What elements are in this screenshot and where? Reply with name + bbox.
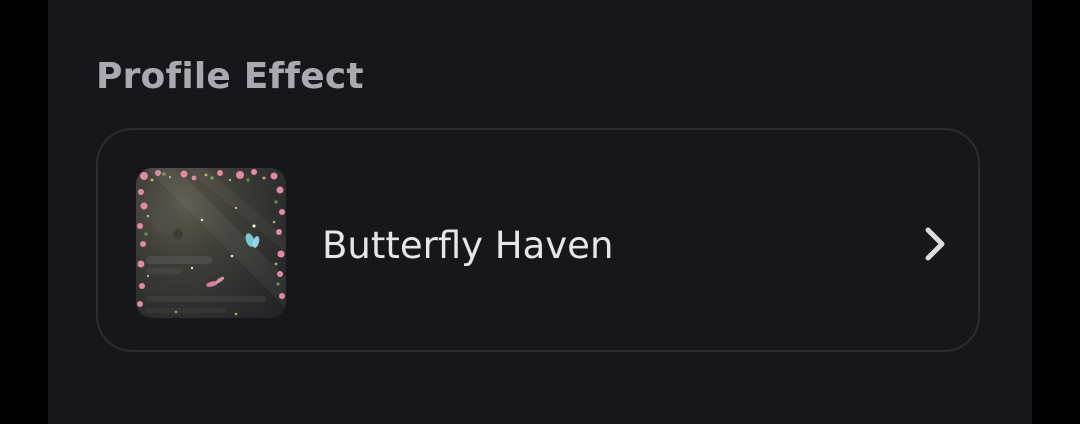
- settings-panel: Profile Effect Butterfly Haven: [48, 0, 1032, 424]
- butterfly-haven-preview-icon: [137, 168, 286, 316]
- profile-effect-name: Butterfly Haven: [322, 224, 614, 267]
- chevron-right-icon: [916, 224, 952, 264]
- profile-effect-thumbnail: [136, 168, 286, 318]
- section-title: Profile Effect: [96, 56, 364, 97]
- profile-effect-selector[interactable]: Butterfly Haven: [96, 128, 980, 352]
